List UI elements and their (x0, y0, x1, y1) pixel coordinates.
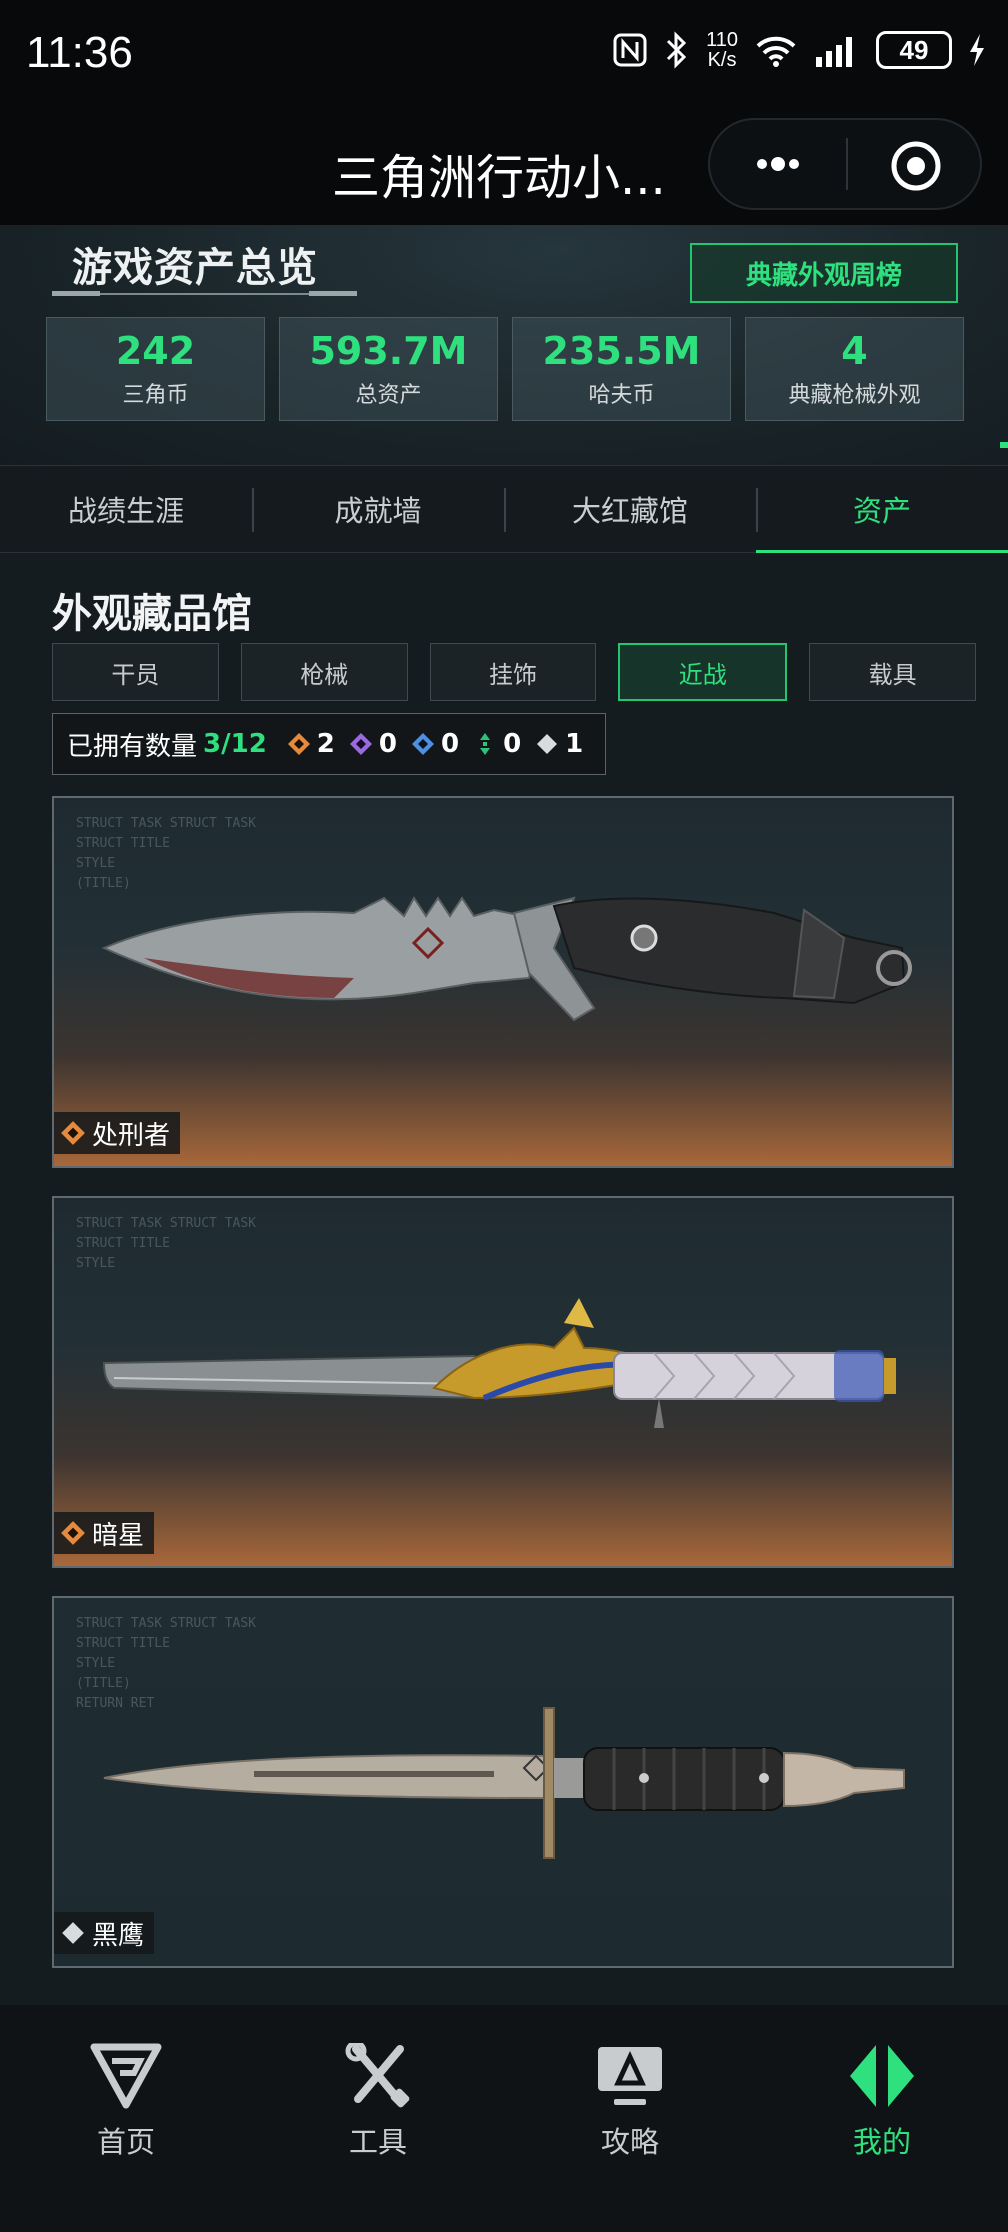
wifi-icon (754, 30, 798, 70)
white-diamond-icon (537, 734, 558, 754)
rarity-count: 0 (378, 729, 397, 759)
close-miniprogram-button[interactable] (890, 140, 942, 192)
blue-diamond-icon (411, 733, 434, 755)
profile-logo-icon (850, 2045, 914, 2107)
stat-card: 235.5M 哈夫币 (512, 317, 731, 421)
more-button[interactable] (748, 144, 808, 184)
page-title: 三角洲行动小... (332, 150, 666, 206)
melee-item-card[interactable]: STRUCT TASK STRUCT TASK STRUCT TITLE STY… (52, 796, 954, 1168)
nav-profile[interactable]: 我的 (756, 2005, 1008, 2232)
status-bar: 11:36 110 K/s 49 (0, 0, 1008, 110)
tab-red-collection[interactable]: 大红藏馆 (504, 466, 756, 552)
category-filter: 干员 枪械 挂饰 近战 载具 (52, 643, 976, 701)
stat-label: 哈夫币 (588, 383, 655, 408)
tab-career[interactable]: 战绩生涯 (0, 466, 252, 552)
miniprogram-capsule (708, 118, 982, 210)
owned-value: 3/12 (203, 729, 267, 759)
stat-card: 593.7M 总资产 (279, 317, 498, 421)
stat-label: 典藏枪械外观 (788, 383, 921, 408)
category-operator[interactable]: 干员 (52, 643, 219, 701)
item-name-tag: 处刑者 (54, 1112, 181, 1154)
category-firearms[interactable]: 枪械 (240, 643, 408, 701)
tab-achievements[interactable]: 成就墙 (252, 466, 504, 552)
nav-guides[interactable]: 攻略 (504, 2005, 756, 2232)
collection-weekly-rank-button[interactable]: 典藏外观周榜 (690, 243, 958, 303)
rarity-count: 1 (565, 729, 584, 759)
nav-label: 工具 (348, 2125, 407, 2159)
stat-value: 242 (115, 329, 196, 373)
nfc-icon (612, 30, 648, 70)
white-diamond-icon (62, 1922, 84, 1944)
item-name: 暗星 (92, 1520, 145, 1551)
nav-label: 我的 (852, 2125, 911, 2159)
nav-home[interactable]: 首页 (0, 2005, 252, 2232)
rarity-count: 2 (316, 729, 335, 759)
melee-item-card[interactable]: STRUCT TASK STRUCT TASK STRUCT TITLE STY… (52, 1196, 954, 1568)
bottom-navigation: 首页 工具 攻略 我的 (0, 2005, 1008, 2232)
section-tabs: 战绩生涯 成就墙 大红藏馆 资产 (0, 465, 1008, 553)
melee-item-card[interactable]: STRUCT TASK STRUCT TASK STRUCT TITLE STY… (52, 1596, 954, 1968)
stat-value: 235.5M (542, 329, 701, 373)
item-name: 处刑者 (92, 1120, 171, 1151)
orange-diamond-icon (287, 733, 310, 755)
rarity-count: 0 (440, 729, 460, 759)
category-vehicles[interactable]: 载具 (809, 643, 976, 701)
darkstar-knife-image (102, 1298, 896, 1428)
owned-label: 已拥有数量 (67, 731, 198, 762)
bluetooth-icon (664, 30, 690, 70)
blackhawk-knife-image (103, 1707, 905, 1859)
rarity-count: 0 (503, 729, 522, 759)
stat-value: 4 (841, 329, 868, 373)
gallery-section: 外观藏品馆 干员 枪械 挂饰 近战 载具 已拥有数量 3/12 2 0 0 0 … (0, 553, 1008, 2005)
nav-label: 攻略 (600, 2125, 659, 2159)
purple-diamond-icon (349, 733, 372, 755)
signal-icon (814, 30, 860, 70)
stat-label: 总资产 (355, 383, 422, 408)
title-underline (52, 291, 357, 299)
green-diamond-icon (480, 733, 491, 755)
stats-row: 242 三角币 593.7M 总资产 235.5M 哈夫币 4 典藏枪械外观 (46, 317, 964, 421)
gallery-title: 外观藏品馆 (52, 591, 252, 637)
target-close-icon (891, 141, 941, 191)
asset-overview-header: 游戏资产总览 典藏外观周榜 242 三角币 593.7M 总资产 235.5M … (0, 225, 1008, 465)
category-melee[interactable]: 近战 (618, 643, 788, 701)
status-time: 11:36 (26, 28, 133, 77)
item-name-tag: 黑鹰 (54, 1912, 155, 1954)
owned-count-bar: 已拥有数量 3/12 2 0 0 0 1 (52, 713, 607, 775)
nav-label: 首页 (96, 2125, 155, 2159)
header-accent-mark (1000, 442, 1008, 448)
guide-monitor-icon (598, 2047, 662, 2105)
overview-title: 游戏资产总览 (72, 245, 318, 291)
tools-icon (345, 2043, 410, 2108)
capsule-divider (846, 138, 848, 190)
orange-diamond-icon (61, 1121, 85, 1145)
network-speed: 110 K/s (706, 29, 738, 71)
category-charms[interactable]: 挂饰 (429, 643, 597, 701)
orange-diamond-icon (61, 1521, 85, 1545)
tab-assets[interactable]: 资产 (756, 466, 1008, 553)
more-dots-icon (757, 157, 799, 171)
item-name: 黑鹰 (92, 1920, 145, 1951)
battery-indicator: 49 (876, 31, 952, 69)
nav-tools[interactable]: 工具 (252, 2005, 504, 2232)
executioner-knife-image (101, 896, 912, 1022)
stat-card: 4 典藏枪械外观 (745, 317, 964, 421)
stat-label: 三角币 (122, 383, 189, 408)
charging-icon (968, 30, 986, 70)
item-name-tag: 暗星 (54, 1512, 155, 1554)
home-logo-icon (90, 2043, 162, 2109)
stat-card: 242 三角币 (46, 317, 265, 421)
stat-value: 593.7M (309, 329, 468, 373)
